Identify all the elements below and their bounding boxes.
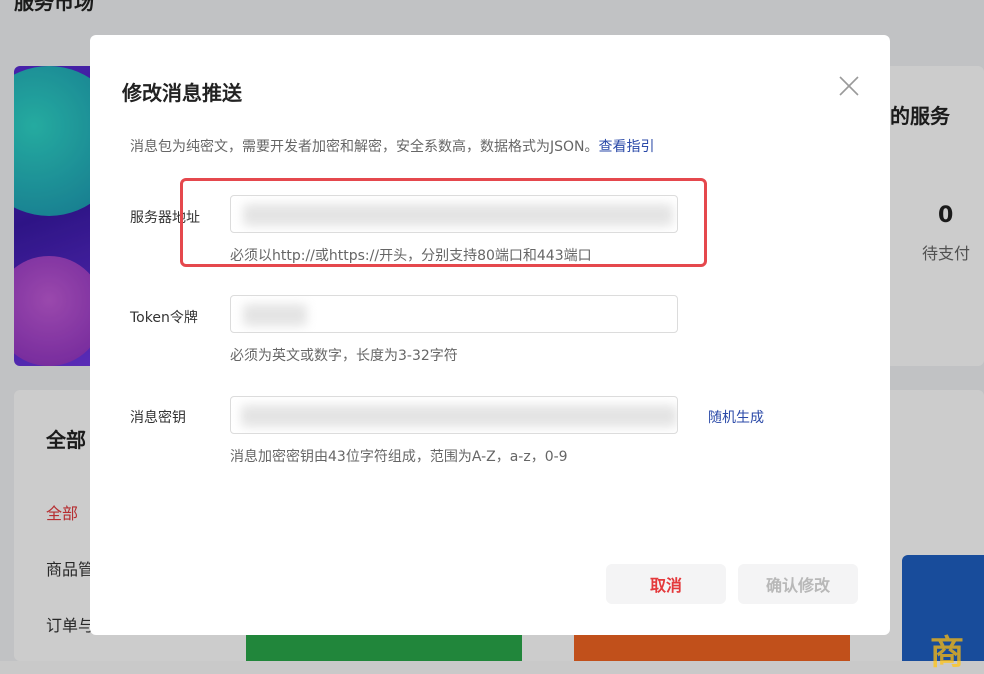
message-key-hint: 消息加密密钥由43位字符组成，范围为A-Z，a-z，0-9 (230, 449, 568, 465)
annotation-highlight (180, 178, 707, 267)
redacted-value (243, 304, 307, 326)
token-input[interactable] (230, 295, 678, 333)
modal-description: 消息包为纯密文，需要开发者加密和解密，安全系数高，数据格式为JSON。查看指引 (130, 136, 655, 156)
edit-message-push-modal: 修改消息推送 消息包为纯密文，需要开发者加密和解密，安全系数高，数据格式为JSO… (90, 35, 890, 635)
random-generate-link[interactable]: 随机生成 (708, 407, 764, 427)
description-text: 消息包为纯密文，需要开发者加密和解密，安全系数高，数据格式为JSON。 (130, 139, 599, 155)
close-button[interactable] (836, 73, 862, 99)
message-key-input[interactable] (230, 396, 678, 434)
close-icon (839, 76, 859, 96)
confirm-edit-button[interactable]: 确认修改 (738, 564, 858, 604)
view-guide-link[interactable]: 查看指引 (599, 139, 655, 155)
redacted-value (241, 405, 677, 427)
modal-title: 修改消息推送 (122, 81, 242, 105)
message-key-label: 消息密钥 (130, 410, 186, 426)
token-label: Token令牌 (130, 310, 198, 326)
cancel-button[interactable]: 取消 (606, 564, 726, 604)
token-hint: 必须为英文或数字，长度为3-32字符 (230, 348, 458, 364)
